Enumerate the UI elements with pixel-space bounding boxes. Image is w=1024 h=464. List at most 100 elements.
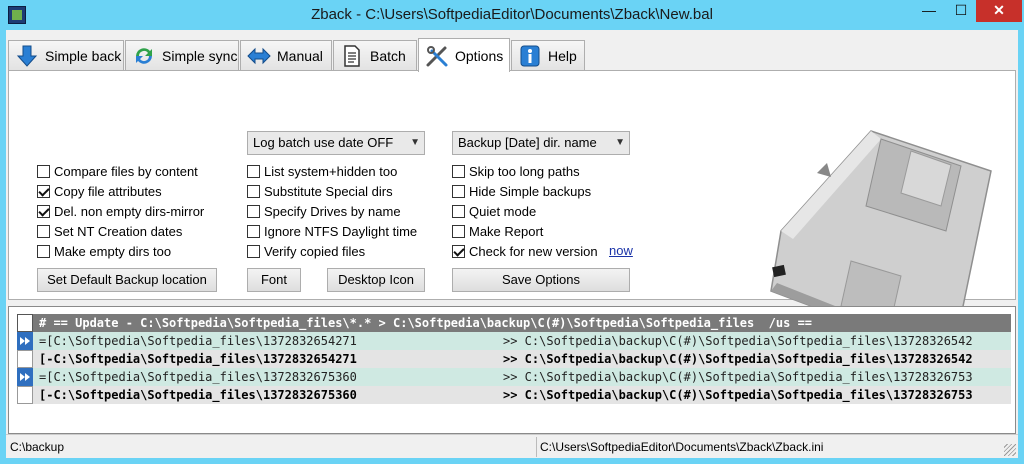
log-source: =[C:\Softpedia\Softpedia_files\137283267… xyxy=(39,370,357,384)
checkbox-verify-copied[interactable]: Verify copied files xyxy=(247,242,365,260)
save-options-button[interactable]: Save Options xyxy=(452,268,630,292)
checkbox-del-non-empty[interactable]: Del. non empty dirs-mirror xyxy=(37,202,204,220)
checkbox-box[interactable] xyxy=(247,204,260,218)
checkbox-make-report[interactable]: Make Report xyxy=(452,222,543,240)
checkbox-label: Make empty dirs too xyxy=(54,243,172,259)
checkbox-box[interactable] xyxy=(247,184,260,198)
checkbox-quiet-mode[interactable]: Quiet mode xyxy=(452,202,536,220)
log-header-row[interactable]: # == Update - C:\Softpedia\Softpedia_fil… xyxy=(17,314,1011,332)
resize-grip[interactable] xyxy=(1004,444,1016,456)
row-checkbox[interactable] xyxy=(17,314,33,332)
log-row[interactable]: [-C:\Softpedia\Softpedia_files\137283265… xyxy=(17,350,1011,368)
log-list[interactable]: # == Update - C:\Softpedia\Softpedia_fil… xyxy=(8,306,1016,434)
checkbox-box[interactable] xyxy=(37,184,50,198)
checkbox-label: Quiet mode xyxy=(469,203,537,219)
tab-simple-sync[interactable]: Simple sync xyxy=(125,40,239,70)
title-bar[interactable]: Zback - C:\Users\SoftpediaEditor\Documen… xyxy=(0,0,1024,30)
backup-dir-dropdown[interactable]: Backup [Date] dir. name ▼ xyxy=(452,131,630,155)
checkbox-box[interactable] xyxy=(452,184,465,198)
row-checkbox[interactable] xyxy=(17,350,33,368)
tab-label: Batch xyxy=(370,47,406,64)
log-destination: >> C:\Softpedia\backup\C(#)\Softpedia\So… xyxy=(503,352,973,366)
checkbox-empty-dirs[interactable]: Make empty dirs too xyxy=(37,242,171,260)
close-button[interactable]: ✕ xyxy=(976,0,1022,22)
checkbox-box[interactable] xyxy=(452,204,465,218)
window-frame: Zback - C:\Users\SoftpediaEditor\Documen… xyxy=(0,0,1024,464)
checkbox-label: Specify Drives by name xyxy=(264,203,401,219)
log-source: =[C:\Softpedia\Softpedia_files\137283265… xyxy=(39,334,357,348)
status-backup-path: C:\backup xyxy=(10,440,65,454)
checkbox-check-new-version[interactable]: Check for new version xyxy=(452,242,598,260)
sync-icon xyxy=(132,44,156,68)
log-source: [-C:\Softpedia\Softpedia_files\137283267… xyxy=(39,388,357,402)
checkbox-box[interactable] xyxy=(247,244,260,258)
checkbox-box[interactable] xyxy=(247,164,260,178)
log-row[interactable]: =[C:\Softpedia\Softpedia_files\137283265… xyxy=(17,332,1011,350)
checkbox-label: Copy file attributes xyxy=(54,183,162,199)
maximize-button[interactable]: ☐ xyxy=(946,0,976,22)
font-button[interactable]: Font xyxy=(247,268,301,292)
status-divider xyxy=(536,437,537,457)
checkbox-label: Check for new version xyxy=(469,243,598,259)
checkbox-box[interactable] xyxy=(452,244,465,258)
checkbox-skip-long-paths[interactable]: Skip too long paths xyxy=(452,162,580,180)
checkbox-copy-attributes[interactable]: Copy file attributes xyxy=(37,182,162,200)
checkbox-nt-creation[interactable]: Set NT Creation dates xyxy=(37,222,182,240)
minimize-button[interactable]: — xyxy=(912,0,946,22)
checkbox-label: Del. non empty dirs-mirror xyxy=(54,203,205,219)
checkbox-box[interactable] xyxy=(37,164,50,178)
log-destination: >> C:\Softpedia\backup\C(#)\Softpedia\So… xyxy=(503,370,973,384)
log-destination: >> C:\Softpedia\backup\C(#)\Softpedia\So… xyxy=(503,334,973,348)
checkbox-hide-simple-backups[interactable]: Hide Simple backups xyxy=(452,182,591,200)
down-arrow-icon xyxy=(15,44,39,68)
tab-label: Help xyxy=(548,47,577,64)
log-source: [-C:\Softpedia\Softpedia_files\137283265… xyxy=(39,352,357,366)
checkbox-label: List system+hidden too xyxy=(264,163,398,179)
chevron-down-icon: ▼ xyxy=(410,137,420,148)
dropdown-value: Backup [Date] dir. name xyxy=(458,135,597,150)
checkbox-box[interactable] xyxy=(37,224,50,238)
checkbox-label: Compare files by content xyxy=(54,163,198,179)
log-header-text: # == Update - C:\Softpedia\Softpedia_fil… xyxy=(39,316,813,330)
checkbox-list-system-hidden[interactable]: List system+hidden too xyxy=(247,162,397,180)
tab-help[interactable]: Help xyxy=(511,40,585,70)
log-row[interactable]: =[C:\Softpedia\Softpedia_files\137283267… xyxy=(17,368,1011,386)
checkbox-substitute-special[interactable]: Substitute Special dirs xyxy=(247,182,393,200)
checkbox-label: Skip too long paths xyxy=(469,163,580,179)
tab-options[interactable]: Options xyxy=(418,38,510,72)
checkbox-box[interactable] xyxy=(37,244,50,258)
tools-icon xyxy=(425,44,449,68)
checkbox-box[interactable] xyxy=(247,224,260,238)
tab-manual[interactable]: Manual xyxy=(240,40,332,70)
checkbox-compare-content[interactable]: Compare files by content xyxy=(37,162,198,180)
checkbox-label: Verify copied files xyxy=(264,243,366,259)
tab-label: Manual xyxy=(277,47,323,64)
row-checkbox[interactable] xyxy=(17,386,33,404)
check-version-now-link[interactable]: now xyxy=(609,243,633,258)
checkbox-drives-by-name[interactable]: Specify Drives by name xyxy=(247,202,401,220)
options-panel: Log batch use date OFF ▼ Backup [Date] d… xyxy=(8,70,1016,337)
checkbox-ntfs-daylight[interactable]: Ignore NTFS Daylight time xyxy=(247,222,417,240)
tab-strip: Simple back Simple sync Manual Batch Opt… xyxy=(6,38,1018,72)
checkbox-box[interactable] xyxy=(452,164,465,178)
status-bar: C:\backup C:\Users\SoftpediaEditor\Docum… xyxy=(6,434,1018,458)
dropdown-value: Log batch use date OFF xyxy=(253,135,394,150)
double-arrow-icon xyxy=(247,44,271,68)
desktop-icon-button[interactable]: Desktop Icon xyxy=(327,268,425,292)
log-row[interactable]: [-C:\Softpedia\Softpedia_files\137283267… xyxy=(17,386,1011,404)
tab-label: Simple back xyxy=(45,47,122,64)
tab-label: Simple sync xyxy=(162,47,238,64)
tab-simple-back[interactable]: Simple back xyxy=(8,40,124,70)
play-icon[interactable] xyxy=(17,332,33,350)
checkbox-label: Set NT Creation dates xyxy=(54,223,183,239)
play-icon[interactable] xyxy=(17,368,33,386)
checkbox-box[interactable] xyxy=(452,224,465,238)
set-default-backup-button[interactable]: Set Default Backup location xyxy=(37,268,217,292)
tab-batch[interactable]: Batch xyxy=(333,40,417,70)
checkbox-box[interactable] xyxy=(37,204,50,218)
tab-label: Options xyxy=(455,47,504,64)
chevron-down-icon: ▼ xyxy=(615,137,625,148)
checkbox-label: Ignore NTFS Daylight time xyxy=(264,223,418,239)
log-date-dropdown[interactable]: Log batch use date OFF ▼ xyxy=(247,131,425,155)
info-icon xyxy=(518,44,542,68)
